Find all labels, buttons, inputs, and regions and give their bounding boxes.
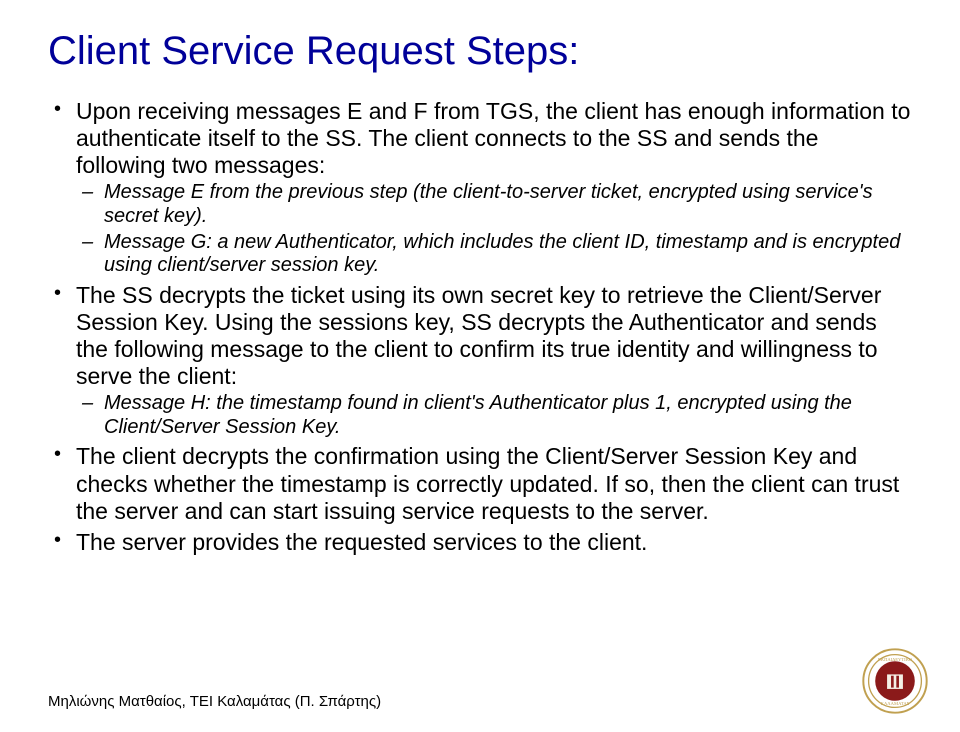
sub-list-2: Message H: the timestamp found in client… xyxy=(76,392,912,439)
sub-item-2-1: Message H: the timestamp found in client… xyxy=(76,392,912,439)
bullet-text-2: The SS decrypts the ticket using its own… xyxy=(76,282,881,389)
sub-text-1-2: Message G: a new Authenticator, which in… xyxy=(104,231,900,277)
sub-list-1: Message E from the previous step (the cl… xyxy=(76,181,912,277)
svg-text:ΚΑΛΑΜΑΤΑΣ: ΚΑΛΑΜΑΤΑΣ xyxy=(881,701,910,706)
bullet-item-1: Upon receiving messages E and F from TGS… xyxy=(48,98,912,278)
bullet-item-2: The SS decrypts the ticket using its own… xyxy=(48,282,912,440)
bullet-item-3: The client decrypts the confirmation usi… xyxy=(48,443,912,524)
sub-text-2-1: Message H: the timestamp found in client… xyxy=(104,392,852,438)
slide: Client Service Request Steps: Upon recei… xyxy=(0,0,960,732)
institution-logo-icon: ΕΚΠΑΙΔΕΥΤΙΚΟ ΚΑΛΑΜΑΤΑΣ xyxy=(862,648,928,714)
slide-title: Client Service Request Steps: xyxy=(48,28,912,74)
svg-text:ΕΚΠΑΙΔΕΥΤΙΚΟ: ΕΚΠΑΙΔΕΥΤΙΚΟ xyxy=(878,657,913,662)
sub-item-1-2: Message G: a new Authenticator, which in… xyxy=(76,231,912,278)
bullet-text-1: Upon receiving messages E and F from TGS… xyxy=(76,98,910,178)
sub-text-1-1: Message E from the previous step (the cl… xyxy=(104,181,873,227)
footer-text: Μηλιώνης Ματθαίος, ΤΕΙ Καλαμάτας (Π. Σπά… xyxy=(48,693,381,710)
bullet-list: Upon receiving messages E and F from TGS… xyxy=(48,98,912,556)
bullet-item-4: The server provides the requested servic… xyxy=(48,529,912,556)
bullet-text-4: The server provides the requested servic… xyxy=(76,529,647,555)
bullet-text-3: The client decrypts the confirmation usi… xyxy=(76,443,899,523)
sub-item-1-1: Message E from the previous step (the cl… xyxy=(76,181,912,228)
